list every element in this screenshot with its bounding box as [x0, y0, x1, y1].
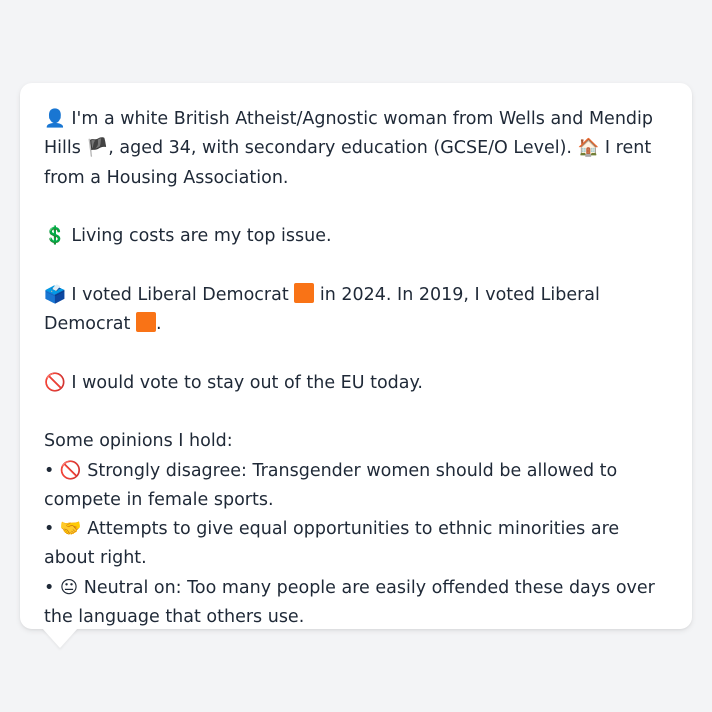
opinion-text: Neutral on: Too many people are easily o…	[44, 577, 655, 628]
dollar-icon: 💲	[44, 226, 66, 247]
bullet: •	[44, 460, 55, 481]
bullet: •	[44, 519, 55, 540]
house-icon: 🏠	[577, 138, 600, 159]
opinion-item: • 🚫 Strongly disagree: Transgender women…	[44, 457, 668, 516]
opinion-item: • 🤝 Attempts to give equal opportunities…	[44, 515, 668, 574]
opinion-text: Strongly disagree: Transgender women sho…	[44, 460, 618, 510]
speech-bubble-tail	[42, 628, 78, 648]
orange-square-icon	[294, 282, 315, 303]
vote-paragraph: 🗳️ I voted Liberal Democrat in 2024. In …	[44, 281, 668, 340]
opinion-text: Attempts to give equal opportunities to …	[44, 519, 620, 569]
issue-paragraph: 💲 Living costs are my top issue.	[44, 222, 668, 251]
neutral-face-icon: 😐	[59, 577, 79, 598]
vote-text-c: .	[155, 314, 162, 335]
profile-paragraph: 👤 I'm a white British Atheist/Agnostic w…	[44, 105, 668, 193]
orange-square-icon	[135, 312, 156, 333]
handshake-icon: 🤝	[59, 519, 82, 540]
eu-text: I would vote to stay out of the EU today…	[71, 372, 423, 393]
bullet: •	[44, 577, 55, 598]
prohibited-icon: 🚫	[59, 460, 82, 481]
eu-paragraph: 🚫 I would vote to stay out of the EU tod…	[44, 369, 668, 398]
opinion-item: • 😐 Neutral on: Too many people are easi…	[44, 574, 668, 633]
opinions-heading: Some opinions I hold:	[44, 431, 233, 452]
ballot-box-icon: 🗳️	[44, 284, 66, 305]
issue-text: Living costs are my top issue.	[71, 226, 332, 247]
profile-text-b: , aged 34, with secondary education (GCS…	[108, 138, 572, 159]
prohibited-icon: 🚫	[44, 372, 66, 393]
england-flag-icon: 🏴	[86, 138, 109, 159]
person-icon: 👤	[44, 109, 66, 129]
message-card: 👤 I'm a white British Atheist/Agnostic w…	[20, 83, 692, 629]
vote-text-a: I voted Liberal Democrat	[71, 284, 289, 305]
